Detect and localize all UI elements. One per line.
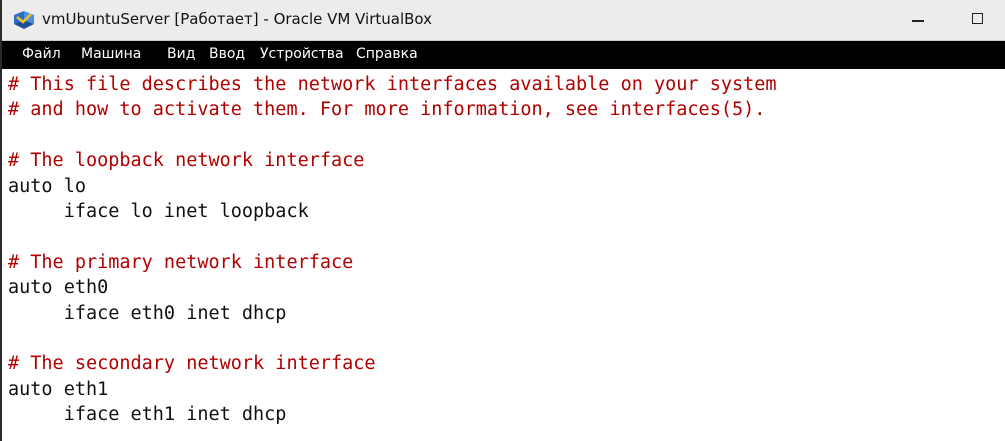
console-comment-line: # This file describes the network interf… (8, 74, 777, 95)
virtualbox-window: vmUbuntuServer [Работает] - Oracle VM Vi… (0, 0, 1005, 441)
maximize-button[interactable] (958, 6, 998, 34)
title-bar[interactable]: vmUbuntuServer [Работает] - Oracle VM Vi… (2, 0, 1005, 41)
console-config-line: iface lo inet loopback (8, 200, 309, 222)
menu-bar: Файл Машина Вид Ввод Устройства Справка (2, 41, 1005, 69)
console-config-line: auto lo (8, 175, 86, 197)
menu-help[interactable]: Справка (356, 46, 418, 62)
menu-devices[interactable]: Устройства (260, 46, 344, 62)
menu-machine[interactable]: Машина (81, 46, 141, 62)
console-config-line: auto eth0 (8, 277, 109, 299)
virtualbox-icon (14, 11, 34, 29)
console-config-line: auto eth1 (8, 378, 109, 400)
minimize-button[interactable] (898, 6, 938, 34)
console-config-line: iface eth1 inet dhcp (8, 404, 287, 426)
maximize-icon (972, 13, 983, 24)
vm-console-screen[interactable]: # This file describes the network interf… (8, 72, 998, 441)
menu-file[interactable]: Файл (22, 46, 61, 62)
console-config-line: iface eth0 inet dhcp (8, 302, 287, 324)
menu-view[interactable]: Вид (167, 46, 195, 62)
console-comment-line: # The loopback network interface (8, 150, 365, 172)
console-comment-line: # and how to activate them. For more inf… (8, 99, 766, 121)
console-comment-line: # The secondary network interface (8, 353, 376, 375)
window-title: vmUbuntuServer [Работает] - Oracle VM Vi… (42, 10, 433, 28)
menu-input[interactable]: Ввод (209, 46, 245, 62)
console-comment-line: # The primary network interface (8, 251, 354, 273)
minimize-icon (912, 20, 924, 22)
